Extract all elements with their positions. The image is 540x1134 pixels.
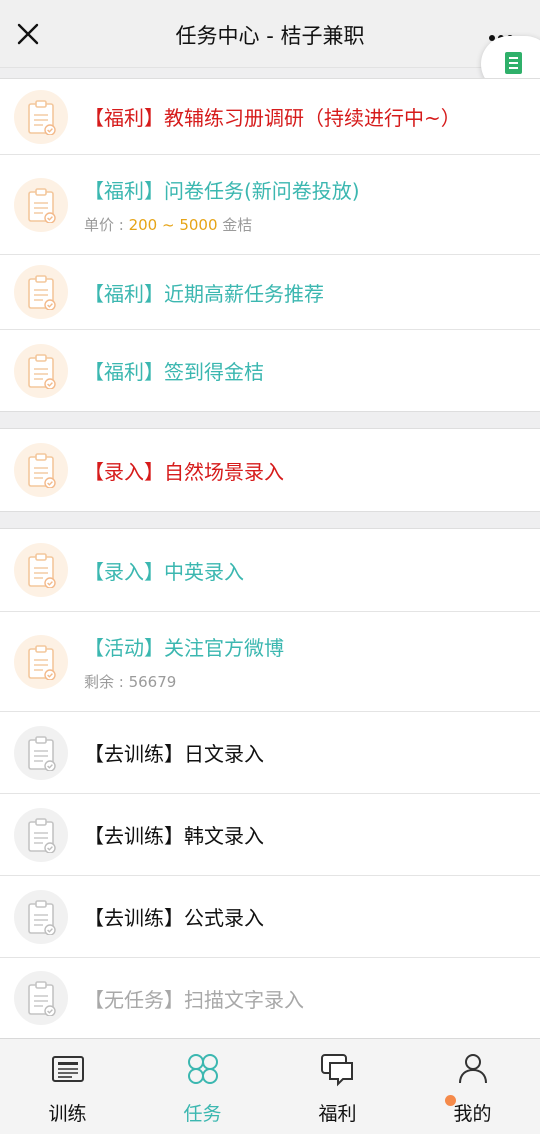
tab-3[interactable]: 我的 <box>405 1039 540 1134</box>
clipboard-icon <box>14 89 68 144</box>
task-title: 【去训练】公式录入 <box>84 906 264 930</box>
task-group: 【录入】自然场景录入 <box>0 428 540 512</box>
page-title: 任务中心 - 桔子兼职 <box>175 24 365 48</box>
tab-0[interactable]: 训练 <box>0 1039 135 1134</box>
clipboard-icon <box>14 634 68 689</box>
task-item[interactable]: 【活动】关注官方微博剩余 : 56679 <box>0 611 540 711</box>
task-item[interactable]: 【去训练】日文录入 <box>0 711 540 793</box>
task-title: 【去训练】日文录入 <box>84 742 264 766</box>
tab-label: 任务 <box>183 1103 222 1125</box>
document-icon <box>505 52 522 74</box>
clipboard-icon <box>14 443 68 497</box>
task-item[interactable]: 【福利】近期高薪任务推荐 <box>0 254 540 329</box>
clipboard-icon <box>14 889 68 944</box>
subtitle-label: 剩余 : <box>84 672 129 691</box>
clipboard-icon <box>14 177 68 232</box>
task-title: 【福利】近期高薪任务推荐 <box>84 281 324 306</box>
task-title: 【录入】自然场景录入 <box>84 459 284 484</box>
task-item[interactable]: 【福利】问卷任务(新问卷投放) 单价 : 200 ~ 5000 金桔 <box>0 154 540 254</box>
subtitle-label: 单价 : <box>84 215 129 234</box>
task-title: 【录入】中英录入 <box>84 559 244 584</box>
clipboard-icon <box>14 725 68 780</box>
tab-label: 福利 <box>318 1103 357 1125</box>
task-title: 【去训练】韩文录入 <box>84 824 264 848</box>
clipboard-icon <box>14 807 68 862</box>
task-subtitle: 单价 : 200 ~ 5000 金桔 <box>84 214 530 235</box>
title-bar: 任务中心 - 桔子兼职 <box>0 0 540 68</box>
task-group: 【福利】教辅练习册调研（持续进行中~） 【福利】问卷任务(新问卷投放) 单价 : 2… <box>0 78 540 412</box>
task-title: 【福利】签到得金桔 <box>84 360 264 384</box>
task-title: 【无任务】扫描文字录入 <box>84 987 304 1012</box>
tab-label: 我的 <box>453 1103 492 1125</box>
task-group: 【录入】中英录入【活动】关注官方微博剩余 : 56679 【去训练】日文录入 【去训… <box>0 528 540 1039</box>
subtitle-value: 56679 <box>128 672 177 691</box>
clipboard-icon <box>14 343 68 398</box>
bottom-tab-bar: 训练 任务 福利 我的 <box>0 1038 540 1134</box>
task-title: 【活动】关注官方微博 <box>84 635 284 660</box>
subtitle-unit: 金桔 <box>217 215 253 234</box>
task-item[interactable]: 【无任务】扫描文字录入 <box>0 957 540 1038</box>
task-item[interactable]: 【福利】签到得金桔 <box>0 329 540 411</box>
tab-2[interactable]: 福利 <box>270 1039 405 1134</box>
task-item[interactable]: 【录入】自然场景录入 <box>0 429 540 511</box>
task-title: 【福利】教辅练习册调研（持续进行中~） <box>84 106 461 130</box>
subtitle-value: 200 ~ 5000 <box>128 215 218 234</box>
clipboard-icon <box>14 543 68 597</box>
notification-dot <box>445 1095 456 1106</box>
task-title: 【福利】问卷任务(新问卷投放) <box>84 178 360 203</box>
tab-1[interactable]: 任务 <box>135 1039 270 1134</box>
clipboard-icon <box>14 971 68 1025</box>
task-subtitle: 剩余 : 56679 <box>84 671 530 692</box>
task-item[interactable]: 【福利】教辅练习册调研（持续进行中~） <box>0 79 540 154</box>
task-item[interactable]: 【去训练】韩文录入 <box>0 793 540 875</box>
task-item[interactable]: 【去训练】公式录入 <box>0 875 540 957</box>
clipboard-icon <box>14 265 68 319</box>
task-item[interactable]: 【录入】中英录入 <box>0 529 540 611</box>
task-list: 【福利】教辅练习册调研（持续进行中~） 【福利】问卷任务(新问卷投放) 单价 : 2… <box>0 78 540 1039</box>
tab-label: 训练 <box>48 1103 87 1125</box>
